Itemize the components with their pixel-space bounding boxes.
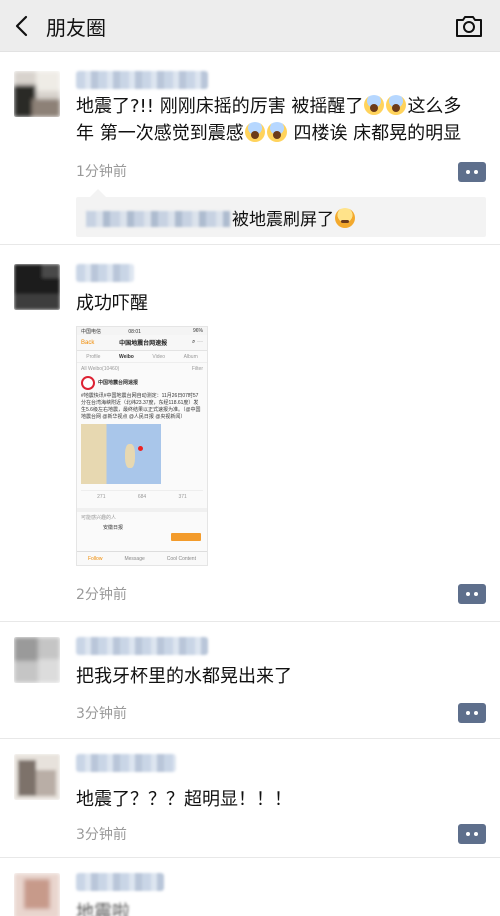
epicenter-marker [138, 446, 143, 451]
moment-post: 地震了?!! 刚刚床摇的厉害 被摇醒了 这么多 年 第一次感觉到震感 四楼诶 床都… [0, 53, 500, 245]
nickname-obscured[interactable] [76, 637, 208, 655]
page-title: 朋友圈 [46, 16, 106, 40]
moment-post: 成功吓醒 中国电信 08:01 96% Back 中国地震台网速报 ⌕ ⋯ Pr… [0, 246, 500, 622]
more-button[interactable] [458, 703, 486, 723]
timestamp: 3分钟前 [76, 827, 127, 843]
avatar-blurred-image [14, 873, 60, 916]
post-image-screenshot[interactable]: 中国电信 08:01 96% Back 中国地震台网速报 ⌕ ⋯ Profile… [76, 326, 208, 566]
ss-status-bar: 中国电信 08:01 96% [77, 327, 207, 335]
timestamp: 2分钟前 [76, 587, 127, 603]
avatar-blurred-image [14, 754, 60, 800]
scream-emoji-icon [386, 95, 407, 115]
timestamp: 1分钟前 [76, 164, 127, 180]
timestamp: 3分钟前 [76, 706, 127, 722]
more-button[interactable] [458, 162, 486, 182]
post-text: 把我牙杯里的水都晃出来了 [76, 666, 292, 687]
avatar[interactable] [14, 637, 60, 683]
ss-weibo-post: All Weibo(10460) Filter 中国地震台网速报 #地震快讯#中国… [81, 366, 203, 501]
more-dots-icon [466, 592, 470, 596]
more-dots-icon [466, 711, 470, 715]
more-button[interactable] [458, 584, 486, 604]
account-logo [81, 376, 95, 390]
scream-emoji-icon [364, 95, 385, 115]
nickname-obscured[interactable] [76, 71, 208, 89]
moments-header: 朋友圈 [0, 0, 500, 52]
ss-nav-bar: Back 中国地震台网速报 ⌕ ⋯ [77, 335, 207, 351]
scream-emoji-icon [266, 122, 287, 142]
flushed-emoji-icon [335, 208, 355, 228]
more-dots-icon [466, 170, 470, 174]
search-icon: ⌕ ⋯ [191, 339, 203, 345]
avatar[interactable] [14, 71, 60, 117]
scream-emoji-icon [244, 122, 265, 142]
more-button[interactable] [458, 824, 486, 844]
avatar-blurred-image [14, 71, 60, 117]
ss-actions: 271 684 371 [81, 490, 203, 501]
avatar-blurred-image [14, 264, 60, 310]
avatar-blurred-image [14, 637, 60, 683]
nickname-obscured[interactable] [76, 873, 164, 891]
moment-post: 地震了？？？超明显！！！ 3分钟前 [0, 740, 500, 858]
chevron-left-icon [15, 15, 28, 37]
post-text: 成功吓醒 [76, 293, 148, 314]
camera-button[interactable] [454, 12, 484, 40]
ss-recommend: 可能感兴趣的人 安徽日报 [77, 508, 207, 533]
post-text: 地震啦 [76, 902, 130, 916]
comment-count: 684 [137, 494, 147, 500]
avatar[interactable] [14, 264, 60, 310]
comment-author-obscured[interactable] [86, 211, 230, 227]
comment-text: 被地震刷屏了 [232, 210, 334, 230]
post-text: 地震了？？？超明显！！！ [76, 789, 292, 810]
more-dots-icon [466, 832, 470, 836]
nickname-obscured[interactable] [76, 754, 176, 772]
earthquake-map [81, 424, 161, 484]
nickname-obscured[interactable] [76, 264, 134, 282]
post-text: 地震了?!! 刚刚床摇的厉害 被摇醒了 这么多 年 第一次感觉到震感 四楼诶 床都… [76, 95, 462, 144]
avatar[interactable] [14, 754, 60, 800]
ss-bottom-bar: Follow Message Cool Content [77, 551, 207, 565]
camera-icon [456, 16, 482, 37]
like-count: 371 [178, 494, 187, 500]
comment-box[interactable]: 被地震刷屏了 [76, 189, 486, 237]
back-button[interactable] [8, 8, 40, 44]
moment-post: 地震啦 [0, 859, 500, 916]
ss-tabs: Profile Weibo Video Album [77, 351, 207, 363]
repost-count: 271 [97, 494, 106, 500]
moment-post: 把我牙杯里的水都晃出来了 3分钟前 [0, 623, 500, 739]
ss-follow-button [171, 533, 201, 541]
avatar[interactable] [14, 873, 60, 916]
